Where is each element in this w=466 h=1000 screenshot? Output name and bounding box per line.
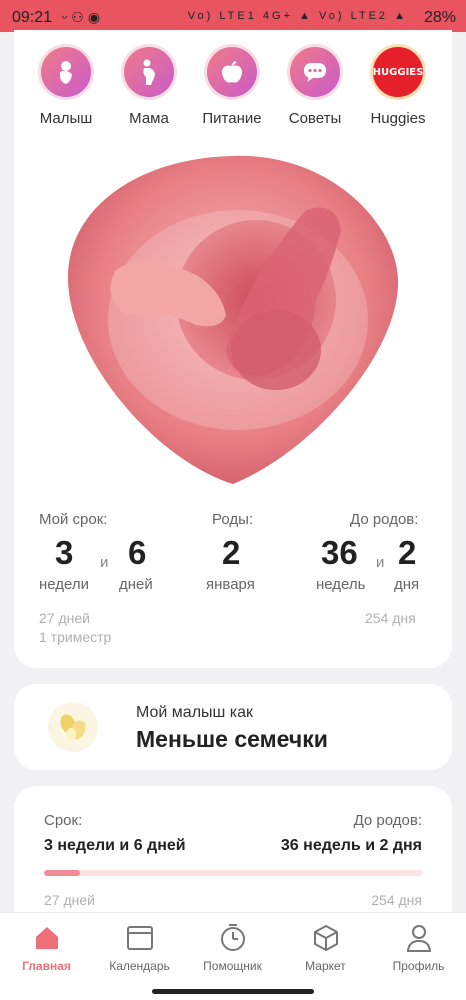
bottom-navigation: Главная Календарь Помощник Маркет Профил… <box>0 912 466 984</box>
term-weeks-unit: недели <box>39 576 90 593</box>
term-and: и <box>100 554 109 571</box>
until-label: До родов: <box>350 511 419 528</box>
until-and: и <box>376 554 385 571</box>
term-days: 6 <box>128 534 147 571</box>
progress-until-value: 36 недель и 2 дня <box>280 837 422 854</box>
category-row: Малыш Мама Питание Советы HUGGIES Huggie… <box>14 44 452 144</box>
nav-profile[interactable]: Профиль <box>372 913 465 985</box>
days-passed: 27 дней <box>39 610 90 626</box>
until-weeks-unit: недель <box>316 576 366 593</box>
chat-bubble-icon <box>287 44 343 100</box>
huggies-logo: HUGGIES <box>370 44 426 100</box>
category-huggies[interactable]: HUGGIES Huggies <box>356 44 440 127</box>
embryo-illustration <box>67 155 399 484</box>
network-icons: Vo) LTE1 4G+ ▲ Vo) LTE2 ▲ <box>187 10 408 22</box>
category-nutrition[interactable]: Питание <box>190 44 274 127</box>
until-weeks: 36 <box>321 534 358 571</box>
seed-icon <box>48 702 98 752</box>
nav-assistant[interactable]: Помощник <box>186 913 279 985</box>
timer-icon <box>220 924 245 951</box>
baby-icon <box>38 44 94 100</box>
birth-day: 2 <box>222 534 241 571</box>
baby-size-card[interactable]: Мой малыш как Меньше семечки <box>14 684 452 770</box>
calendar-icon <box>126 926 153 950</box>
category-baby[interactable]: Малыш <box>24 44 108 127</box>
progress-until-label: До родов: <box>353 812 422 829</box>
pregnancy-progress-fill <box>44 870 81 876</box>
user-icon <box>406 925 431 952</box>
gesture-handle[interactable] <box>152 989 314 994</box>
size-card-title: Меньше семечки <box>136 726 328 752</box>
progress-term-value: 3 недели и 6 дней <box>44 837 186 854</box>
pregnancy-summary-card: Малыш Мама Питание Советы HUGGIES Huggie… <box>14 30 452 668</box>
term-days-unit: дней <box>119 576 153 593</box>
category-tips[interactable]: Советы <box>273 44 357 127</box>
pregnancy-progress-bar <box>44 870 422 876</box>
home-icon <box>35 927 58 949</box>
progress-days-passed: 27 дней <box>44 892 95 908</box>
progress-term-label: Срок: <box>44 812 83 829</box>
category-mom[interactable]: Мама <box>107 44 191 127</box>
until-days: 2 <box>398 534 417 571</box>
nav-market[interactable]: Маркет <box>279 913 372 985</box>
birth-month: января <box>206 576 255 593</box>
birth-label: Роды: <box>212 511 254 528</box>
box-icon <box>313 925 338 951</box>
pregnant-mom-icon <box>121 44 177 100</box>
notification-icons: ᵕ⚇◉ <box>62 9 105 25</box>
battery-level: 28% <box>423 9 456 26</box>
term-label: Мой срок: <box>39 511 108 528</box>
size-card-subtitle: Мой малыш как <box>136 704 254 721</box>
status-bar: 09:21 ᵕ⚇◉ Vo) LTE1 4G+ ▲ Vo) LTE2 ▲ 28% <box>0 0 466 32</box>
trimester: 1 триместр <box>39 629 112 645</box>
nav-home[interactable]: Главная <box>0 913 93 985</box>
term-weeks: 3 <box>55 534 74 571</box>
nav-calendar[interactable]: Календарь <box>93 913 186 985</box>
progress-days-left: 254 дня <box>371 892 422 908</box>
apple-icon <box>204 44 260 100</box>
days-left: 254 дня <box>365 610 416 626</box>
gesture-bar <box>0 984 466 1000</box>
until-days-unit: дня <box>394 576 420 593</box>
status-time: 09:21 <box>12 9 53 26</box>
